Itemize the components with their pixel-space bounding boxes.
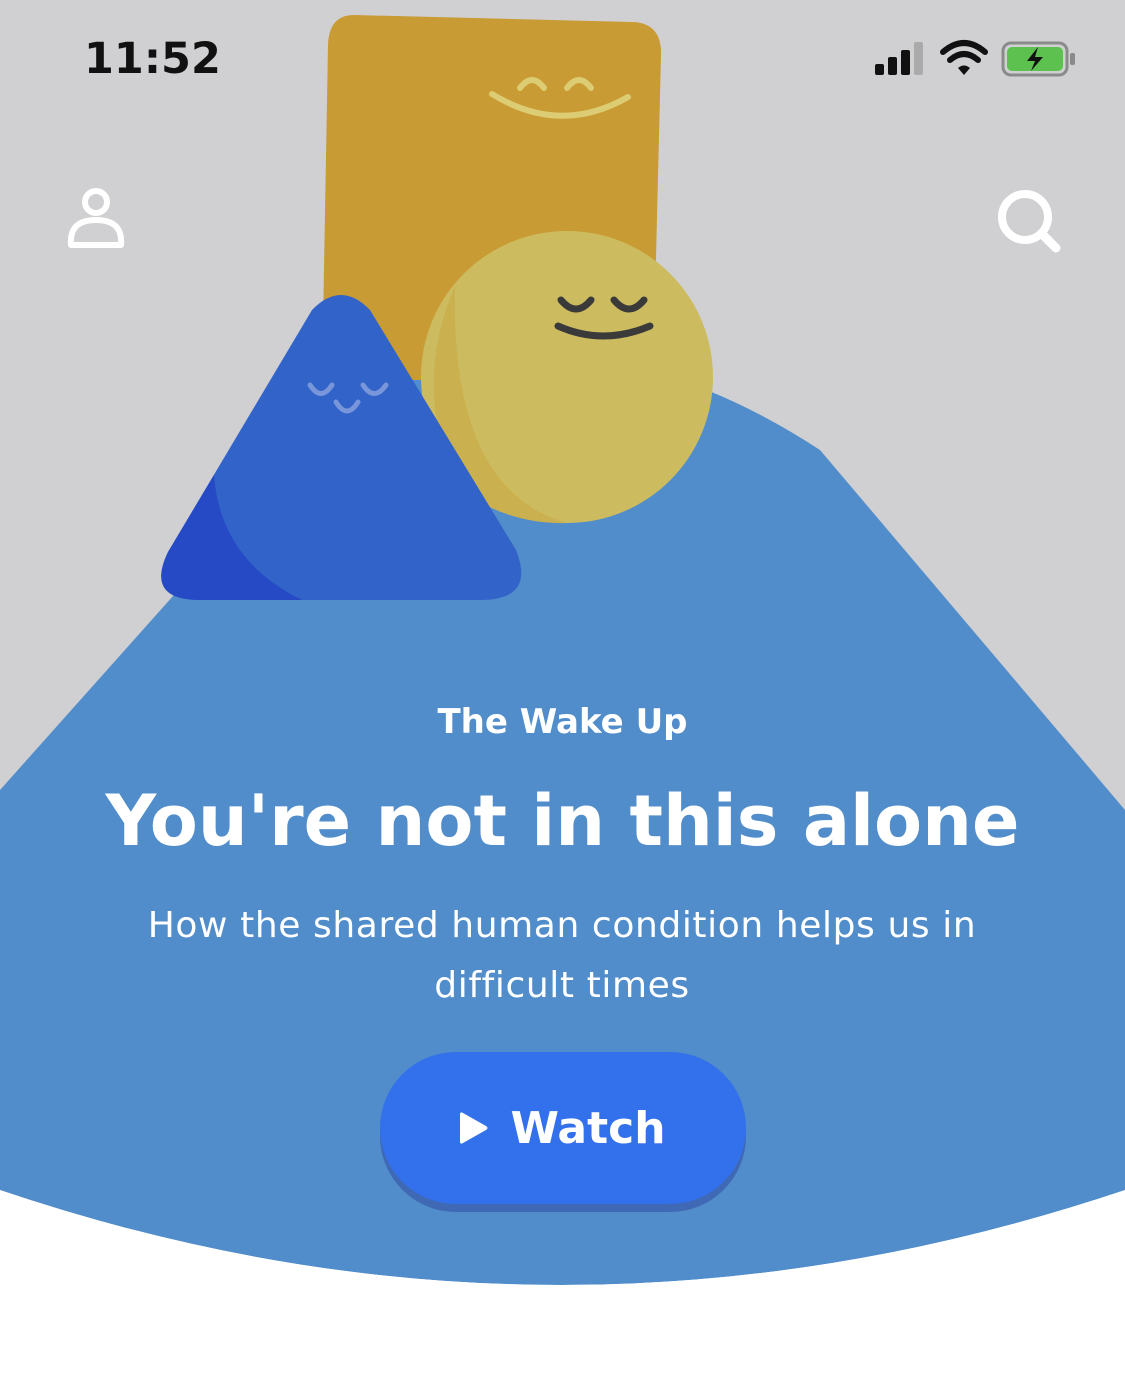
hero-title: You're not in this alone <box>105 780 1020 862</box>
search-icon[interactable] <box>994 184 1064 254</box>
play-icon <box>460 1112 488 1144</box>
hero-subtitle: How the shared human condition helps us … <box>147 905 977 1006</box>
hero-eyebrow: The Wake Up <box>437 702 688 742</box>
status-icons <box>875 40 1075 77</box>
wifi-icon <box>940 40 988 75</box>
battery-charging-icon <box>1001 41 1075 77</box>
status-time: 11:52 <box>84 34 221 84</box>
profile-icon[interactable] <box>61 184 131 254</box>
cellular-signal-icon <box>875 42 923 75</box>
screen: 11:52 The Wake Up You're not in this alo… <box>0 0 1125 1382</box>
watch-button-label: Watch <box>510 1102 666 1154</box>
watch-button[interactable]: Watch <box>380 1052 746 1204</box>
